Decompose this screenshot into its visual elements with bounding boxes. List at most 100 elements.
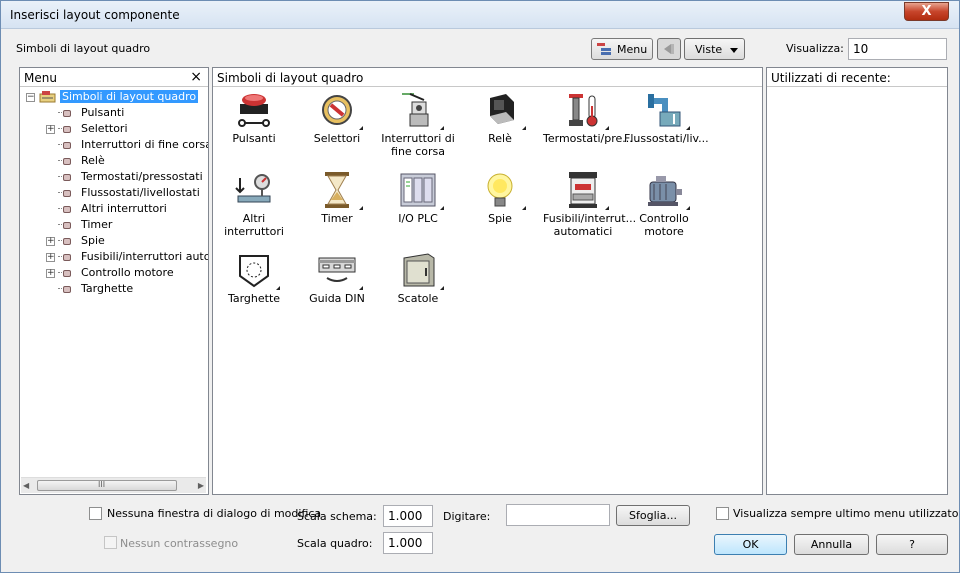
schematic-scale-input[interactable]: 1.000	[383, 505, 433, 527]
expand-icon[interactable]: +	[46, 269, 55, 278]
no-tag-checkbox[interactable]	[104, 536, 117, 549]
expand-icon[interactable]: +	[46, 237, 55, 246]
tree-item[interactable]: Flussostati/livellostati	[20, 185, 208, 201]
symbol-tile-label: Scatole	[397, 292, 439, 305]
tree-item[interactable]: + Spie	[20, 233, 208, 249]
symbol-tile[interactable]: Targhette	[214, 250, 294, 305]
section-label: Simboli di layout quadro	[16, 42, 151, 55]
tree-item[interactable]: Pulsanti	[20, 105, 208, 121]
symbol-tile[interactable]: Guida DIN	[297, 250, 377, 305]
scroll-thumb[interactable]: III	[37, 480, 177, 491]
chevron-down-icon	[730, 48, 738, 53]
symbol-tile-label: Controllo motore	[639, 212, 689, 238]
symbol-tile[interactable]: Fusibili/interrut... automatici	[543, 170, 636, 238]
symbol-tile-label: Spie	[488, 212, 512, 225]
tree-item[interactable]: Termostati/pressostati	[20, 169, 208, 185]
symbol-tile-label: Pulsanti	[232, 132, 276, 145]
symbol-tile[interactable]: Spie	[460, 170, 540, 225]
symbol-tile[interactable]: Termostati/pre...	[543, 90, 633, 145]
help-button[interactable]: ?	[876, 534, 948, 555]
tree-item[interactable]: Altri interruttori	[20, 201, 208, 217]
window-close-button[interactable]: X	[904, 2, 949, 21]
menu-panel-title: Menu	[24, 71, 57, 85]
browse-button[interactable]: Sfoglia...	[616, 505, 690, 526]
no-edit-dialog-label: Nessuna finestra di dialogo di modifica	[107, 507, 322, 520]
relay-icon	[480, 90, 526, 130]
symbol-leaf-icon	[58, 205, 71, 213]
tree-item[interactable]: − Simboli di layout quadro	[20, 89, 208, 105]
expand-icon[interactable]: +	[46, 253, 55, 262]
symbol-leaf-icon	[58, 269, 71, 277]
tree-item-label: Controllo motore	[81, 266, 174, 279]
symbol-tile[interactable]: Scatole	[378, 250, 458, 305]
symbol-tile[interactable]: Controllo motore	[624, 170, 704, 238]
symbol-tile-label: Flussostati/liv...	[624, 132, 709, 145]
symbol-leaf-icon	[58, 237, 71, 245]
no-edit-dialog-checkbox[interactable]	[89, 507, 102, 520]
recent-panel-header: Utilizzati di recente:	[767, 68, 947, 87]
symbol-tile[interactable]: Timer	[297, 170, 377, 225]
tree-item[interactable]: Relè	[20, 153, 208, 169]
views-label: Viste	[695, 43, 723, 56]
title-bar: Inserisci layout componente X	[1, 1, 959, 29]
symbol-leaf-icon	[58, 173, 71, 181]
collapse-icon[interactable]: −	[26, 93, 35, 102]
submenu-indicator-icon	[522, 206, 526, 210]
always-show-last-checkbox[interactable]	[716, 507, 729, 520]
symbol-tile-label: Altri interruttori	[224, 212, 284, 238]
tree-item[interactable]: + Selettori	[20, 121, 208, 137]
symbol-tile[interactable]: Altri interruttori	[214, 170, 294, 238]
tree-item-label: Flussostati/livellostati	[81, 186, 200, 199]
type-input[interactable]	[506, 504, 610, 526]
dialog-window: Inserisci layout componente X Simboli di…	[0, 0, 960, 573]
symbol-tile[interactable]: Interruttori di fine corsa	[378, 90, 458, 158]
panel-scale-input[interactable]: 1.000	[383, 532, 433, 554]
symbol-tile[interactable]: Flussostati/liv...	[624, 90, 709, 145]
symbol-tile-label: Relè	[488, 132, 512, 145]
symbol-tile[interactable]: Relè	[460, 90, 540, 145]
scroll-left-icon[interactable]: ◀	[23, 481, 29, 490]
symbol-leaf-icon	[58, 189, 71, 197]
tree-item[interactable]: + Controllo motore	[20, 265, 208, 281]
display-count-input[interactable]: 10	[848, 38, 947, 60]
menu-view-button[interactable]: Menu	[591, 38, 653, 60]
ok-button[interactable]: OK	[714, 534, 787, 555]
lamp-icon	[480, 170, 526, 210]
other-switches-icon	[234, 170, 274, 210]
symbol-tile-label: Timer	[321, 212, 353, 225]
horizontal-scrollbar[interactable]: ◀ III ▶	[21, 477, 206, 493]
recent-panel: Utilizzati di recente:	[766, 67, 948, 495]
schematic-scale-label: Scala schema:	[297, 510, 377, 523]
tree-item[interactable]: Timer	[20, 217, 208, 233]
symbols-panel: Simboli di layout quadro Pulsanti Seletto…	[212, 67, 763, 495]
symbol-leaf-icon	[58, 109, 71, 117]
symbol-leaf-icon	[58, 285, 71, 293]
submenu-indicator-icon	[440, 286, 444, 290]
symbols-grid: Pulsanti Selettori Interruttori di fine co…	[213, 89, 762, 494]
tree-item[interactable]: + Fusibili/interruttori automati	[20, 249, 208, 265]
symbol-tile-label: Guida DIN	[309, 292, 365, 305]
close-icon[interactable]: ×	[190, 69, 202, 85]
always-show-last-label: Visualizza sempre ultimo menu utilizzato	[733, 507, 959, 520]
tree-item[interactable]: Targhette	[20, 281, 208, 297]
pushbutton-icon	[234, 90, 274, 130]
submenu-indicator-icon	[276, 286, 280, 290]
views-dropdown[interactable]: Viste	[684, 38, 745, 60]
menu-tree-icon	[597, 43, 611, 55]
symbol-tile[interactable]: I/O PLC	[378, 170, 458, 225]
recent-panel-title: Utilizzati di recente:	[771, 71, 891, 85]
flow-switch-icon	[644, 90, 690, 130]
submenu-indicator-icon	[686, 206, 690, 210]
tree-item[interactable]: Interruttori di fine corsa	[20, 137, 208, 153]
tree-item-label: Pulsanti	[81, 106, 125, 119]
symbol-leaf-icon	[58, 157, 71, 165]
tree-item-label: Relè	[81, 154, 105, 167]
symbol-tile[interactable]: Pulsanti	[214, 90, 294, 145]
cancel-button[interactable]: Annulla	[794, 534, 869, 555]
scroll-right-icon[interactable]: ▶	[198, 481, 204, 490]
symbol-tile[interactable]: Selettori	[297, 90, 377, 145]
expand-icon[interactable]: +	[46, 125, 55, 134]
display-label: Visualizza:	[786, 42, 844, 55]
back-button[interactable]	[657, 38, 681, 60]
submenu-indicator-icon	[359, 286, 363, 290]
